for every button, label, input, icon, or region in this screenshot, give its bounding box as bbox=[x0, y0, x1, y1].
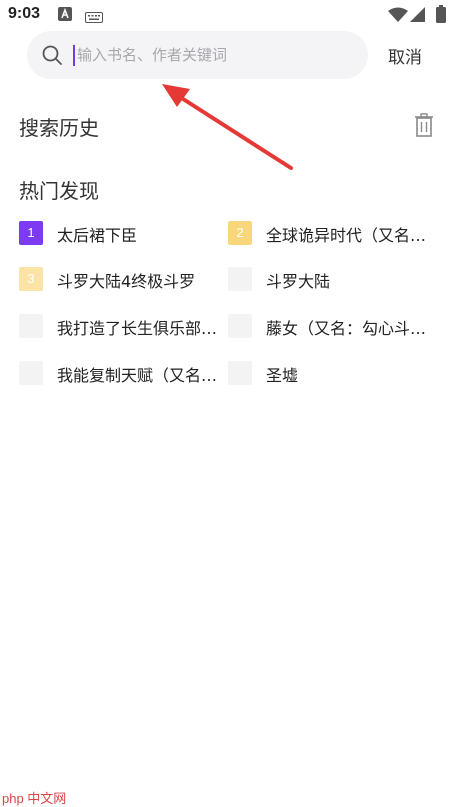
rank-badge bbox=[228, 361, 252, 385]
search-icon bbox=[41, 44, 63, 70]
signal-icon bbox=[410, 7, 425, 26]
rank-badge: 1 bbox=[19, 221, 43, 245]
hot-item[interactable]: 1 太后裙下臣 bbox=[19, 220, 224, 246]
wifi-icon bbox=[388, 7, 408, 26]
hot-item-label: 斗罗大陆 bbox=[266, 272, 331, 291]
hot-item-label: 斗罗大陆4终极斗罗 bbox=[57, 272, 196, 291]
watermark-logo: php 中文网 bbox=[2, 788, 66, 807]
hot-item[interactable]: 我能复制天赋（又名… bbox=[19, 360, 224, 386]
status-time: 9:03 bbox=[8, 5, 41, 22]
hot-item-label: 藤女（又名：勾心斗… bbox=[266, 319, 427, 338]
search-input[interactable] bbox=[77, 31, 347, 79]
hot-item[interactable]: 圣墟 bbox=[228, 360, 433, 386]
search-box[interactable] bbox=[27, 31, 368, 79]
hot-discoveries-title: 热门发现 bbox=[19, 179, 99, 203]
hot-item-label: 太后裙下臣 bbox=[57, 226, 138, 245]
hot-item[interactable]: 2 全球诡异时代（又名… bbox=[228, 220, 433, 246]
hot-item[interactable]: 3 斗罗大陆4终极斗罗 bbox=[19, 266, 224, 292]
rank-badge bbox=[19, 314, 43, 338]
hot-item[interactable]: 我打造了长生俱乐部… bbox=[19, 313, 224, 339]
rank-badge: 3 bbox=[19, 267, 43, 291]
text-cursor bbox=[73, 45, 75, 66]
cancel-button[interactable]: 取消 bbox=[388, 43, 422, 68]
hot-item-label: 我打造了长生俱乐部… bbox=[57, 319, 218, 338]
rank-badge bbox=[19, 361, 43, 385]
hot-item-label: 全球诡异时代（又名… bbox=[266, 226, 427, 245]
watermark-text: php 中文网 bbox=[2, 791, 67, 806]
rank-badge bbox=[228, 267, 252, 291]
trash-icon[interactable] bbox=[413, 113, 435, 141]
hot-item[interactable]: 藤女（又名：勾心斗… bbox=[228, 313, 433, 339]
status-bar: 9:03 bbox=[0, 0, 454, 30]
rank-badge: 2 bbox=[228, 221, 252, 245]
rank-badge bbox=[228, 314, 252, 338]
keyboard-icon bbox=[85, 8, 103, 27]
a-notification-icon bbox=[58, 6, 72, 25]
hot-item[interactable]: 斗罗大陆 bbox=[228, 266, 433, 292]
search-history-title: 搜索历史 bbox=[19, 116, 99, 140]
hot-item-label: 圣墟 bbox=[266, 366, 299, 385]
hot-item-label: 我能复制天赋（又名… bbox=[57, 366, 218, 385]
battery-icon bbox=[436, 5, 446, 27]
annotation-arrow-icon bbox=[150, 75, 295, 174]
